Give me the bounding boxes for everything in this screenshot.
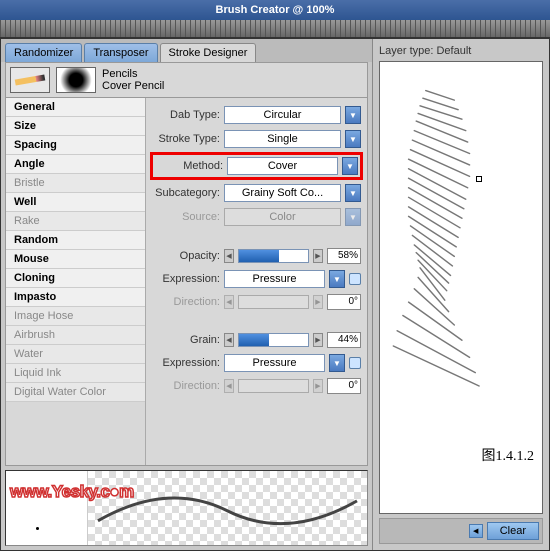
brush-dab-icon[interactable] [56,67,96,93]
slider-right-icon: ▶ [313,379,323,393]
tab-randomizer[interactable]: Randomizer [5,43,82,62]
category-item[interactable]: Well [6,193,145,212]
brush-name-block: Pencils Cover Pencil [102,68,164,92]
category-item[interactable]: Rake [6,212,145,231]
brush-category-icon[interactable] [10,67,50,93]
ruler-strip [0,20,550,38]
slider-right-icon: ▶ [313,295,323,309]
left-panel: Randomizer Transposer Stroke Designer Pe… [1,39,373,550]
slider-left-icon: ◀ [224,295,234,309]
clear-button[interactable]: Clear [487,522,539,540]
field-dab-type[interactable]: Circular [224,106,341,124]
category-item[interactable]: Liquid Ink [6,364,145,383]
tab-transposer[interactable]: Transposer [84,43,157,62]
slider-direction-1 [238,295,309,309]
row-direction-1: Direction: ◀ ▶ 0° [152,294,361,310]
row-expression-1: Expression: Pressure [152,270,361,288]
label-opacity: Opacity: [152,250,220,262]
direction-2-value: 0° [327,378,361,394]
slider-right-icon[interactable]: ▶ [313,249,323,263]
field-source: Color [224,208,341,226]
field-method[interactable]: Cover [227,157,338,175]
category-item[interactable]: Random [6,231,145,250]
label-grain: Grain: [152,334,220,346]
clear-row: ◀ Clear [379,518,543,544]
category-item[interactable]: Bristle [6,174,145,193]
category-item[interactable]: General [6,98,145,117]
figure-label: 图1.4.1.2 [482,445,535,465]
slider-right-icon[interactable]: ▶ [313,333,323,347]
label-stroke-type: Stroke Type: [152,133,220,145]
scribble-icon [380,62,542,481]
brush-name-label: Cover Pencil [102,80,164,92]
dropdown-arrow-icon[interactable] [345,106,361,124]
layer-type-label: Layer type: Default [379,45,543,57]
slider-opacity[interactable] [238,249,309,263]
designer-columns: GeneralSizeSpacingAngleBristleWellRakeRa… [5,98,368,466]
row-source: Source: Color [152,208,361,226]
slider-left-icon[interactable]: ◀ [224,249,234,263]
slider-direction-2 [238,379,309,393]
grain-value[interactable]: 44% [327,332,361,348]
dropdown-arrow-icon[interactable] [342,157,358,175]
label-direction: Direction: [152,380,220,392]
canvas-handle-icon[interactable] [476,176,482,182]
label-source: Source: [152,211,220,223]
category-item[interactable]: Water [6,345,145,364]
label-dab-type: Dab Type: [152,109,220,121]
field-subcategory[interactable]: Grainy Soft Co... [224,184,341,202]
slider-grain[interactable] [238,333,309,347]
window-titlebar: Brush Creator @ 100% [0,0,550,20]
row-expression-2: Expression: Pressure [152,354,361,372]
label-expression: Expression: [152,273,220,285]
category-list: GeneralSizeSpacingAngleBristleWellRakeRa… [6,98,146,465]
window-title: Brush Creator @ 100% [216,4,335,16]
category-item[interactable]: Impasto [6,288,145,307]
row-stroke-type: Stroke Type: Single [152,130,361,148]
properties-panel: Dab Type: Circular Stroke Type: Single M… [146,98,367,465]
row-opacity: Opacity: ◀ ▶ 58% [152,248,361,264]
tab-bar: Randomizer Transposer Stroke Designer [1,39,372,62]
label-method: Method: [155,160,223,172]
category-item[interactable]: Image Hose [6,307,145,326]
watermark-text: www.Yesky.c●m [10,482,134,502]
category-item[interactable]: Cloning [6,269,145,288]
dropdown-arrow-icon[interactable] [345,130,361,148]
row-dab-type: Dab Type: Circular [152,106,361,124]
dropdown-arrow-icon [345,208,361,226]
slider-left-icon[interactable]: ◀ [224,333,234,347]
test-canvas[interactable]: 图1.4.1.2 [379,61,543,514]
label-subcategory: Subcategory: [152,187,220,199]
category-item[interactable]: Size [6,117,145,136]
field-stroke-type[interactable]: Single [224,130,341,148]
field-expression-2[interactable]: Pressure [224,354,325,372]
row-subcategory: Subcategory: Grainy Soft Co... [152,184,361,202]
row-direction-2: Direction: ◀ ▶ 0° [152,378,361,394]
brush-selector-row: Pencils Cover Pencil [5,62,368,98]
field-expression-1[interactable]: Pressure [224,270,325,288]
row-method-highlighted: Method: Cover [150,152,363,180]
category-item[interactable]: Spacing [6,136,145,155]
scroll-left-icon[interactable]: ◀ [469,524,483,538]
dropdown-arrow-icon[interactable] [329,270,345,288]
label-direction: Direction: [152,296,220,308]
brush-category-label: Pencils [102,68,164,80]
label-expression: Expression: [152,357,220,369]
row-grain: Grain: ◀ ▶ 44% [152,332,361,348]
category-item[interactable]: Angle [6,155,145,174]
invert-checkbox[interactable] [349,273,361,285]
dropdown-arrow-icon[interactable] [345,184,361,202]
category-item[interactable]: Digital Water Color [6,383,145,402]
category-item[interactable]: Mouse [6,250,145,269]
opacity-value[interactable]: 58% [327,248,361,264]
direction-1-value: 0° [327,294,361,310]
main-area: Randomizer Transposer Stroke Designer Pe… [0,38,550,551]
invert-checkbox[interactable] [349,357,361,369]
tab-stroke-designer[interactable]: Stroke Designer [160,43,257,62]
dropdown-arrow-icon[interactable] [329,354,345,372]
slider-left-icon: ◀ [224,379,234,393]
right-panel: Layer type: Default 图1.4.1.2 ◀ Clear [373,39,549,550]
category-item[interactable]: Airbrush [6,326,145,345]
